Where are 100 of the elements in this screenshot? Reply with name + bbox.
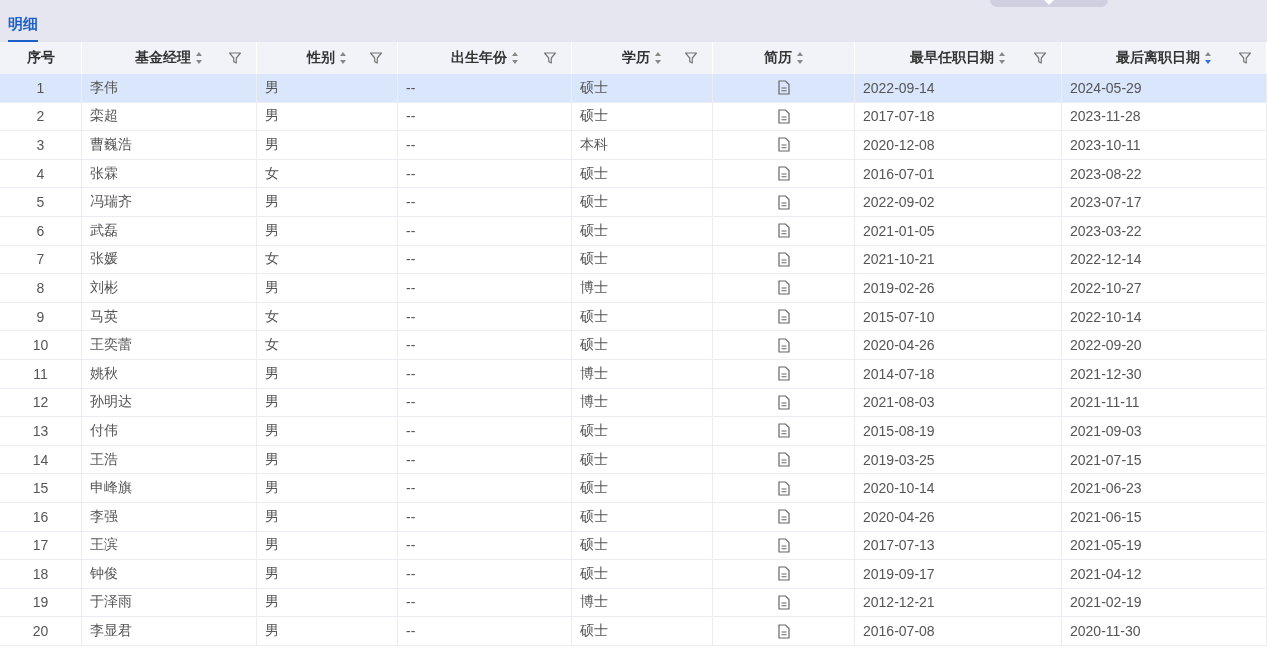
table-cell: 2017-07-18 <box>863 108 935 125</box>
document-icon[interactable] <box>777 537 790 553</box>
table-cell: 2016-07-01 <box>863 165 935 182</box>
table-cell: 2021-06-23 <box>1070 480 1142 497</box>
table-cell: 2022-10-27 <box>1070 279 1142 296</box>
document-icon[interactable] <box>777 309 790 325</box>
table-cell: 男 <box>265 450 279 469</box>
filter-icon[interactable] <box>684 51 698 65</box>
table-row[interactable]: 7 张媛 女 -- 硕士 2021-10-21 2022-12-14 <box>0 245 1267 275</box>
table-cell: 2021-11-11 <box>1070 394 1140 411</box>
table-cell: 男 <box>265 136 279 154</box>
table-cell: 2022-09-02 <box>863 194 935 211</box>
document-icon[interactable] <box>777 452 790 467</box>
table-cell: 6 <box>36 222 45 239</box>
document-icon[interactable] <box>777 223 790 239</box>
table-cell: 男 <box>265 278 279 297</box>
table-cell: 李显君 <box>90 622 132 641</box>
document-icon[interactable] <box>777 480 790 496</box>
document-icon[interactable] <box>777 366 790 382</box>
table-cell: -- <box>406 165 416 182</box>
table-cell: -- <box>406 537 416 554</box>
table-cell: 男 <box>265 536 279 555</box>
column-header[interactable]: 学历 <box>622 49 650 67</box>
table-row[interactable]: 19 于泽雨 男 -- 博士 2012-12-21 2021-02-19 <box>0 588 1267 618</box>
column-header[interactable]: 基金经理 <box>135 49 191 67</box>
table-row[interactable]: 9 马英 女 -- 硕士 2015-07-10 2022-10-14 <box>0 302 1267 332</box>
filter-icon[interactable] <box>543 51 557 65</box>
table-row[interactable]: 14 王浩 男 -- 硕士 2019-03-25 2021-07-15 <box>0 445 1267 475</box>
column-header[interactable]: 最早任职日期 <box>910 49 994 67</box>
table-row[interactable]: 6 武磊 男 -- 硕士 2021-01-05 2023-03-22 <box>0 216 1267 246</box>
table-row[interactable]: 13 付伟 男 -- 硕士 2015-08-19 2021-09-03 <box>0 417 1267 446</box>
table-row[interactable]: 20 李显君 男 -- 硕士 2016-07-08 2020-11-30 <box>0 617 1267 646</box>
document-icon[interactable] <box>777 394 790 410</box>
column-header[interactable]: 出生年份 <box>450 49 507 67</box>
table-row[interactable]: 1 李伟 男 -- 硕士 2022-09-14 2024-05-29 <box>0 74 1267 103</box>
sort-icon[interactable] <box>510 51 519 65</box>
filter-icon[interactable] <box>228 51 242 65</box>
sort-icon[interactable] <box>998 51 1006 65</box>
table-cell: 2022-12-14 <box>1070 251 1142 268</box>
table-row[interactable]: 11 姚秋 男 -- 博士 2014-07-18 2021-12-30 <box>0 359 1267 389</box>
table-cell: 女 <box>265 250 279 269</box>
sort-icon[interactable] <box>339 51 347 65</box>
document-icon[interactable] <box>777 251 790 267</box>
table-row[interactable]: 3 曹巍浩 男 -- 本科 2020-12-08 2023-10-11 <box>0 131 1267 160</box>
table-row[interactable]: 2 栾超 男 -- 硕士 2017-07-18 2023-11-28 <box>0 102 1267 132</box>
document-icon[interactable] <box>777 623 790 639</box>
filter-icon[interactable] <box>1033 51 1047 65</box>
table-row[interactable]: 10 王奕蕾 女 -- 硕士 2020-04-26 2022-09-20 <box>0 331 1267 360</box>
table-cell: 博士 <box>580 593 608 612</box>
document-icon[interactable] <box>777 280 790 296</box>
document-icon[interactable] <box>777 166 790 182</box>
collapse-handle[interactable] <box>990 0 1108 7</box>
table-cell: -- <box>406 222 416 239</box>
sort-icon[interactable] <box>654 51 662 65</box>
document-icon[interactable] <box>777 566 790 582</box>
table-cell: 男 <box>265 107 279 126</box>
table-row[interactable]: 16 李强 男 -- 硕士 2020-04-26 2021-06-15 <box>0 502 1267 532</box>
column-header[interactable]: 序号 <box>26 49 55 67</box>
document-icon[interactable] <box>777 137 790 153</box>
table-cell: -- <box>406 508 416 525</box>
sort-icon[interactable] <box>795 51 804 65</box>
table-cell: 女 <box>265 307 279 326</box>
table-cell: 李强 <box>90 507 118 526</box>
table-row[interactable]: 18 钟俊 男 -- 硕士 2019-09-17 2021-04-12 <box>0 560 1267 589</box>
document-icon[interactable] <box>777 595 790 610</box>
table-cell: 2023-08-22 <box>1070 165 1142 182</box>
filter-icon[interactable] <box>369 51 383 65</box>
table-cell: 15 <box>32 480 49 497</box>
table-cell: 硕士 <box>580 336 608 355</box>
document-icon[interactable] <box>777 194 790 210</box>
table-row[interactable]: 15 申峰旗 男 -- 硕士 2020-10-14 2021-06-23 <box>0 474 1267 503</box>
document-icon[interactable] <box>777 80 790 96</box>
table-cell: 2023-11-28 <box>1070 108 1141 125</box>
table-cell: 2023-03-22 <box>1070 222 1142 239</box>
table-row[interactable]: 12 孙明达 男 -- 博士 2021-08-03 2021-11-11 <box>0 388 1267 418</box>
table-cell: 张霖 <box>90 164 118 183</box>
document-icon[interactable] <box>777 108 790 124</box>
table-cell: 20 <box>32 623 49 640</box>
table-row[interactable]: 8 刘彬 男 -- 博士 2019-02-26 2022-10-27 <box>0 274 1267 303</box>
table-cell: 11 <box>33 365 48 382</box>
table-cell: 2015-08-19 <box>863 422 935 439</box>
document-icon[interactable] <box>777 423 790 439</box>
table-cell: 17 <box>32 537 49 554</box>
filter-icon[interactable] <box>1238 51 1252 65</box>
column-header[interactable]: 简历 <box>763 49 792 67</box>
table-cell: -- <box>406 480 416 497</box>
column-header[interactable]: 最后离职日期 <box>1116 49 1200 67</box>
column-header[interactable]: 性别 <box>307 49 335 67</box>
document-icon[interactable] <box>777 509 790 525</box>
table-cell: 王浩 <box>90 450 118 469</box>
table-cell: -- <box>406 623 416 640</box>
sort-icon[interactable] <box>1204 51 1212 65</box>
table-cell: 2021-05-19 <box>1070 537 1142 554</box>
table-cell: 冯瑞齐 <box>90 193 132 212</box>
table-row[interactable]: 4 张霖 女 -- 硕士 2016-07-01 2023-08-22 <box>0 159 1267 189</box>
sort-icon[interactable] <box>195 51 203 65</box>
table-row[interactable]: 5 冯瑞齐 男 -- 硕士 2022-09-02 2023-07-17 <box>0 188 1267 217</box>
document-icon[interactable] <box>777 337 790 353</box>
table-row[interactable]: 17 王滨 男 -- 硕士 2017-07-13 2021-05-19 <box>0 531 1267 561</box>
table-cell: 2024-05-29 <box>1070 79 1142 96</box>
